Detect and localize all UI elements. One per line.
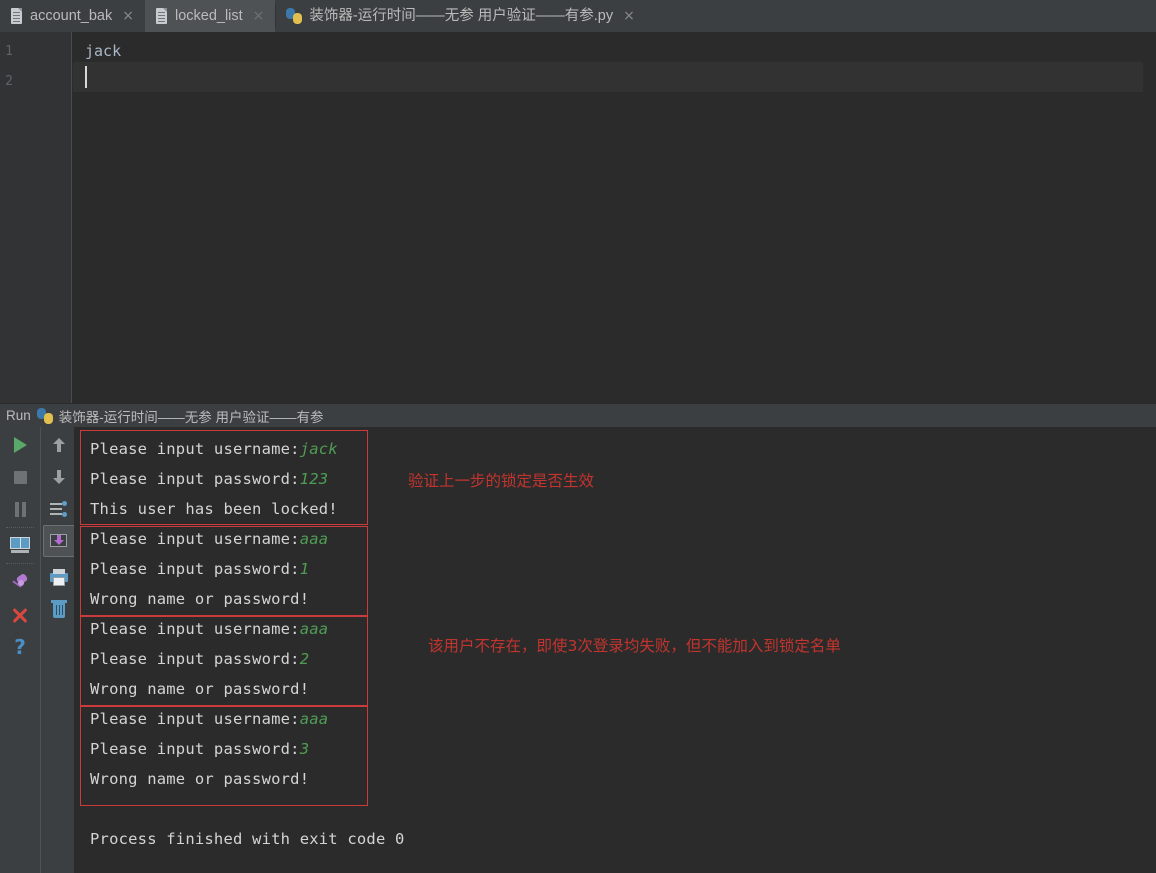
caret-row-highlight (73, 62, 1146, 92)
console-line: Please input password:1 (90, 560, 310, 578)
run-configuration-name: 装饰器-运行时间——无参 用户验证——有参 (58, 409, 324, 425)
play-icon (13, 437, 27, 453)
editor-text-area[interactable]: jack (73, 32, 1156, 403)
editor-line-1: jack (85, 42, 122, 60)
python-icon (286, 8, 303, 24)
console-toolbar-right (40, 427, 75, 873)
close-icon[interactable]: × (122, 9, 134, 23)
tab-account-bak[interactable]: account_bak × (0, 0, 145, 32)
print-button[interactable] (43, 561, 75, 593)
editor-vertical-scrollbar[interactable] (1143, 32, 1156, 403)
editor-gutter: 1 2 (0, 32, 72, 403)
console-line: Wrong name or password! (90, 590, 310, 608)
file-icon (155, 8, 168, 24)
annotation-1: 验证上一步的锁定是否生效 (408, 472, 595, 490)
scroll-to-end-icon (50, 533, 68, 549)
close-button[interactable] (4, 599, 36, 631)
question-mark-icon: ? (14, 635, 26, 659)
run-label: Run (6, 408, 31, 423)
show-console-button[interactable] (4, 529, 36, 561)
tab-label: account_bak (30, 7, 113, 24)
console-line: Please input username:jack (90, 440, 338, 458)
toolbar-separator (6, 563, 34, 565)
console-line: Please input username:aaa (90, 710, 329, 728)
console-line: Wrong name or password! (90, 680, 310, 698)
line-number: 2 (5, 74, 13, 89)
trash-icon (51, 600, 67, 618)
help-button[interactable]: ? (4, 631, 36, 663)
console-line: Please input password:123 (90, 470, 329, 488)
code-editor[interactable]: 1 2 jack (0, 32, 1156, 403)
soft-wrap-icon (50, 501, 68, 517)
rerun-button[interactable] (4, 429, 36, 461)
stop-button[interactable] (4, 461, 36, 493)
tab-decorator-py[interactable]: 装饰器-运行时间——无参 用户验证——有参.py × (276, 0, 645, 32)
line-number: 1 (5, 44, 13, 59)
close-x-icon (11, 606, 29, 624)
soft-wrap-button[interactable] (43, 493, 75, 525)
console-line: Wrong name or password! (90, 770, 310, 788)
text-caret (85, 66, 87, 88)
arrow-down-icon (51, 469, 67, 485)
stop-icon (13, 470, 27, 484)
console-icon (10, 537, 30, 553)
arrow-up-icon (51, 437, 67, 453)
console-line: This user has been locked! (90, 500, 338, 518)
editor-tab-bar: account_bak × locked_list × 装饰器-运行时间——无参… (0, 0, 1156, 32)
annotation-2: 该用户不存在，即使3次登录均失败，但不能加入到锁定名单 (428, 637, 841, 655)
print-icon (50, 568, 68, 586)
pause-icon (14, 501, 27, 517)
tab-label: 装饰器-运行时间——无参 用户验证——有参.py (309, 7, 614, 24)
console-output[interactable]: Please input username:jack Please input … (74, 427, 1156, 873)
pause-button[interactable] (4, 493, 36, 525)
python-icon (36, 407, 53, 424)
run-console-panel: ? Please input username:jack Please inpu… (0, 427, 1156, 873)
tab-label: locked_list (174, 7, 243, 24)
down-the-stack-trace-button[interactable] (43, 461, 75, 493)
console-vertical-scrollbar[interactable] (1143, 427, 1156, 873)
pin-icon (11, 572, 29, 592)
run-tool-window-header: Run 装饰器-运行时间——无参 用户验证——有参 (0, 403, 1156, 427)
pin-tab-button[interactable] (4, 567, 36, 599)
console-line: Please input password:2 (90, 650, 310, 668)
console-line: Please input username:aaa (90, 620, 329, 638)
process-exit-line: Process finished with exit code 0 (90, 830, 405, 848)
console-line: Please input password:3 (90, 740, 310, 758)
console-toolbar-left: ? (0, 427, 40, 873)
console-line: Please input username:aaa (90, 530, 329, 548)
close-icon[interactable]: × (253, 9, 265, 23)
close-icon[interactable]: × (623, 9, 635, 23)
scroll-to-end-button[interactable] (43, 525, 75, 557)
file-icon (10, 8, 23, 24)
tab-locked-list[interactable]: locked_list × (144, 0, 276, 32)
up-the-stack-trace-button[interactable] (43, 429, 75, 461)
clear-all-button[interactable] (43, 593, 75, 625)
